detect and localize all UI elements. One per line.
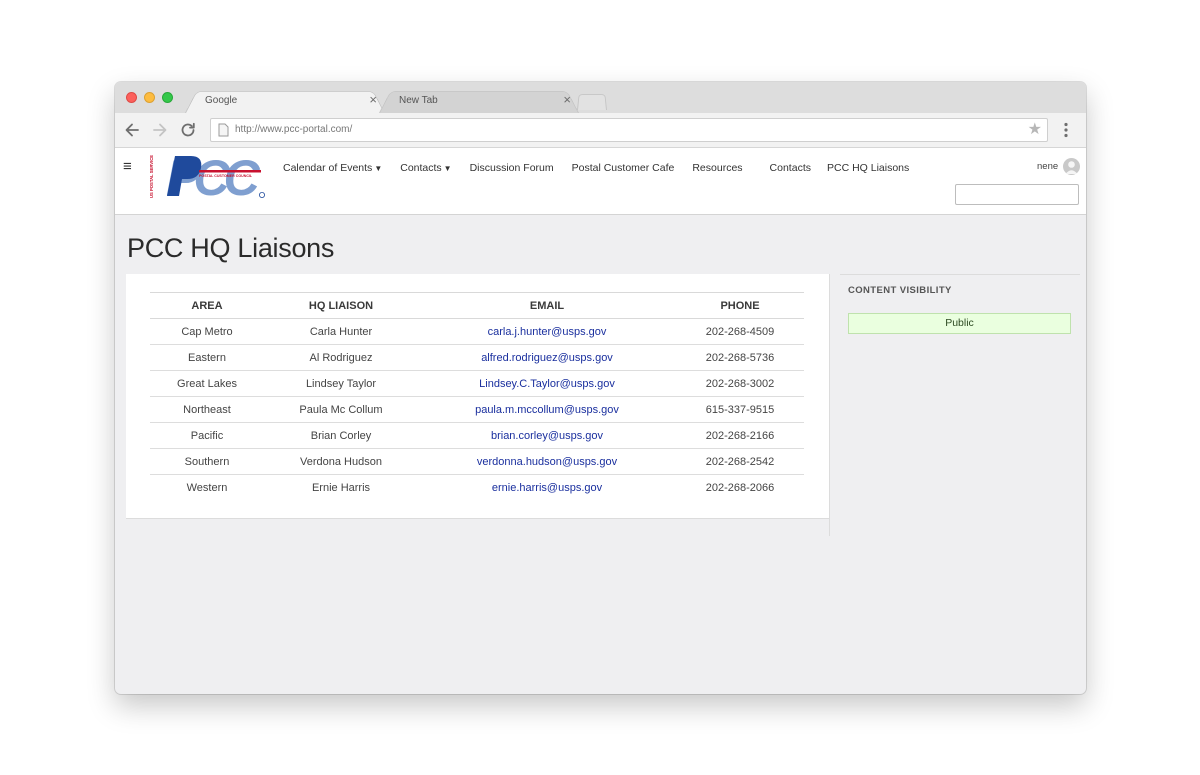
tab-new-tab[interactable]: New Tab × <box>379 88 579 113</box>
browser-toolbar: http://www.pcc-portal.com/ ★ <box>115 113 1086 148</box>
liaison-cell: Carla Hunter <box>264 318 418 345</box>
table-row: Western Ernie Harris ernie.harris@usps.g… <box>150 475 804 501</box>
email-link[interactable]: ernie.harris@usps.gov <box>418 475 676 501</box>
svg-text:POSTAL CUSTOMER COUNCIL: POSTAL CUSTOMER COUNCIL <box>199 174 253 178</box>
email-link[interactable]: paula.m.mccollum@usps.gov <box>418 396 676 423</box>
page-icon <box>218 123 229 137</box>
column-header-area: AREA <box>150 292 264 319</box>
column-header-email: EMAIL <box>418 292 676 319</box>
caret-down-icon: ▼ <box>443 163 452 173</box>
liaison-cell: Lindsey Taylor <box>264 370 418 397</box>
table-row: Eastern Al Rodriguez alfred.rodriguez@us… <box>150 344 804 371</box>
phone-cell: 202-268-2066 <box>705 481 775 494</box>
area-cell: Eastern <box>150 344 264 371</box>
arrow-left-icon <box>125 123 139 137</box>
table-row: Cap Metro Carla Hunter carla.j.hunter@us… <box>150 318 804 345</box>
liaison-cell: Brian Corley <box>264 422 418 449</box>
table-row: Southern Verdona Hudson verdonna.hudson@… <box>150 448 804 475</box>
liaison-cell: Ernie Harris <box>311 481 371 494</box>
liaison-cell: Al Rodriguez <box>264 344 418 371</box>
area-cell: Great Lakes <box>150 370 264 397</box>
nav-pcc-hq-liaisons[interactable]: PCC HQ Liaisons <box>827 160 909 176</box>
column-header-liaison: HQ LIAISON <box>264 292 418 319</box>
site-header: ≡ PCC US POSTAL SERVICE POSTAL CUSTOMER … <box>115 148 1086 215</box>
close-window-button[interactable] <box>126 92 137 103</box>
email-link[interactable]: carla.j.hunter@usps.gov <box>418 318 676 345</box>
svg-text:US POSTAL SERVICE: US POSTAL SERVICE <box>149 155 154 198</box>
nav-calendar-of-events[interactable]: Calendar of Events ▼ <box>283 160 382 177</box>
hamburger-icon[interactable]: ≡ <box>123 159 132 175</box>
nav-discussion-forum[interactable]: Discussion Forum <box>470 160 554 176</box>
area-cell: Western <box>186 481 228 494</box>
nav-postal-customer-cafe[interactable]: Postal Customer Cafe <box>572 160 675 176</box>
reload-icon <box>181 122 195 137</box>
phone-cell: 202-268-4509 <box>676 318 804 345</box>
phone-cell: 202-268-5736 <box>676 344 804 371</box>
liaison-cell: Paula Mc Collum <box>264 396 418 423</box>
table-row: Great Lakes Lindsey Taylor Lindsey.C.Tay… <box>150 370 804 397</box>
phone-cell: 202-268-2166 <box>676 422 804 449</box>
phone-cell: 202-268-3002 <box>676 370 804 397</box>
liaison-cell: Verdona Hudson <box>264 448 418 475</box>
maximize-window-button[interactable] <box>162 92 173 103</box>
browser-window: Google × New Tab × http://www.pcc-portal… <box>115 82 1086 694</box>
visibility-status-badge: Public <box>848 313 1071 334</box>
area-cell: Southern <box>150 448 264 475</box>
minimize-window-button[interactable] <box>144 92 155 103</box>
address-bar[interactable]: http://www.pcc-portal.com/ ★ <box>210 118 1048 142</box>
sidebar-divider <box>829 274 830 536</box>
phone-cell: 615-337-9515 <box>676 396 804 423</box>
caret-down-icon: ▼ <box>374 163 383 173</box>
search-input[interactable] <box>955 184 1079 205</box>
email-link[interactable]: Lindsey.C.Taylor@usps.gov <box>418 370 676 397</box>
tab-close-icon[interactable]: × <box>563 93 571 107</box>
main-nav: Calendar of Events ▼ Contacts ▼ Discussion… <box>283 160 909 176</box>
page-title: PCC HQ Liaisons <box>127 233 335 263</box>
url-text[interactable]: http://www.pcc-portal.com/ <box>235 119 352 141</box>
nav-contacts[interactable]: Contacts <box>770 160 811 176</box>
tab-title: Google <box>205 95 238 106</box>
tab-google[interactable]: Google × <box>185 88 385 113</box>
nav-resources[interactable]: Resources <box>692 160 742 176</box>
content-panel: AREA HQ LIAISON EMAIL PHONE Cap Metro Ca… <box>126 274 830 519</box>
liaison-table: AREA HQ LIAISON EMAIL PHONE Cap Metro Ca… <box>150 292 804 501</box>
email-link[interactable]: verdonna.hudson@usps.gov <box>418 448 676 475</box>
email-link[interactable]: brian.corley@usps.gov <box>418 422 676 449</box>
nav-contacts-dropdown[interactable]: Contacts ▼ <box>400 160 451 177</box>
forward-button[interactable] <box>150 120 170 140</box>
tab-close-icon[interactable]: × <box>369 93 377 107</box>
tab-title: New Tab <box>399 95 438 106</box>
new-tab-button[interactable] <box>577 92 607 110</box>
area-cell: Northeast <box>150 396 264 423</box>
table-header-row: AREA HQ LIAISON EMAIL PHONE <box>150 292 804 319</box>
reload-button[interactable] <box>178 120 198 140</box>
user-avatar-icon[interactable] <box>1063 158 1080 175</box>
table-row: Northeast Paula Mc Collum paula.m.mccoll… <box>150 396 804 423</box>
back-button[interactable] <box>122 120 142 140</box>
column-header-phone: PHONE <box>676 292 804 319</box>
phone-cell: 202-268-2542 <box>676 448 804 475</box>
email-link[interactable]: alfred.rodriguez@usps.gov <box>418 344 676 371</box>
arrow-right-icon <box>153 123 167 137</box>
area-cell: Pacific <box>150 422 264 449</box>
content-visibility-heading: CONTENT VISIBILITY <box>848 285 952 296</box>
tab-strip: Google × New Tab × <box>115 82 1086 113</box>
pcc-logo[interactable]: PCC US POSTAL SERVICE POSTAL CUSTOMER CO… <box>149 150 271 206</box>
sidebar: CONTENT VISIBILITY Public <box>840 274 1080 394</box>
table-row: Pacific Brian Corley brian.corley@usps.g… <box>150 422 804 449</box>
area-cell: Cap Metro <box>150 318 264 345</box>
user-name[interactable]: nene <box>1037 161 1058 173</box>
star-icon[interactable]: ★ <box>1028 121 1042 139</box>
kebab-menu-icon[interactable] <box>1058 121 1074 139</box>
